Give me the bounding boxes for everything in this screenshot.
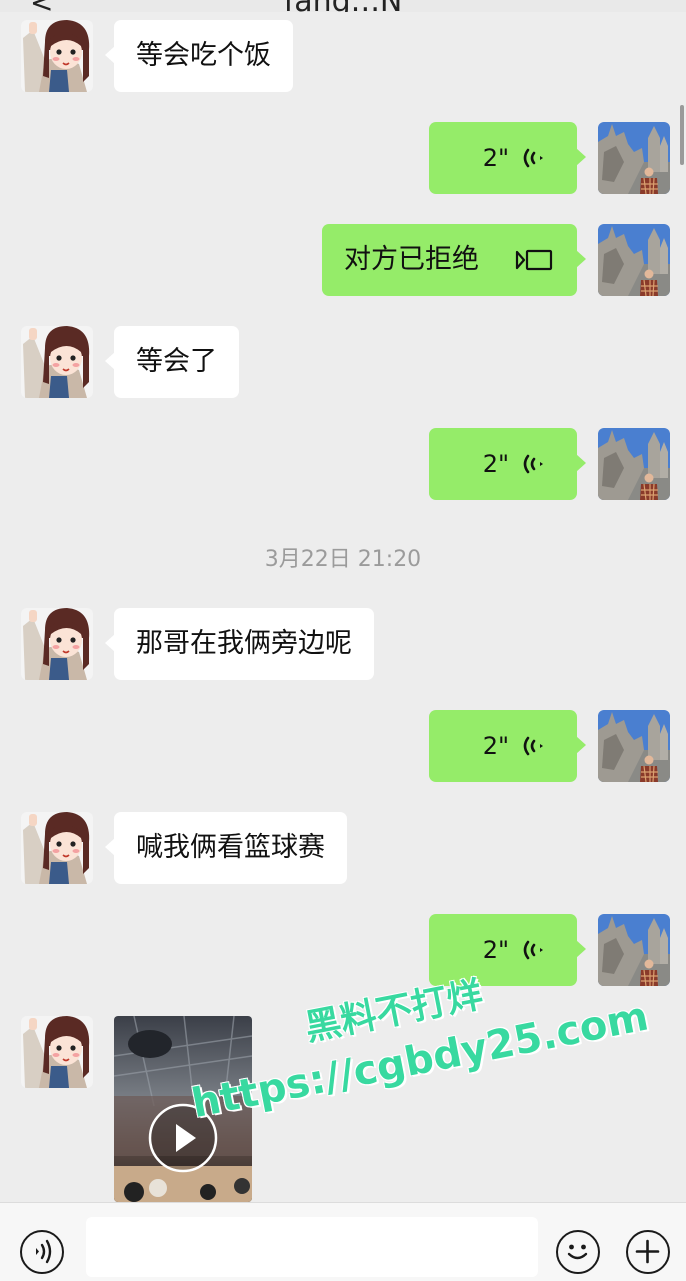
my-avatar[interactable] bbox=[598, 914, 670, 986]
incoming-text-message[interactable]: 喊我俩看篮球赛 bbox=[105, 812, 347, 884]
my-avatar[interactable] bbox=[598, 710, 670, 782]
message-timestamp: 3月22日 21:20 bbox=[264, 547, 422, 572]
nav-bar: < fang.:.N bbox=[0, 0, 686, 12]
message-input[interactable] bbox=[86, 1217, 538, 1277]
incoming-text-message[interactable]: 等会吃个饭 bbox=[105, 20, 293, 92]
incoming-text-message[interactable]: 那哥在我俩旁边呢 bbox=[105, 608, 374, 680]
voice-duration: 2" bbox=[482, 450, 509, 478]
outgoing-call-message[interactable]: 对方已拒绝 bbox=[322, 224, 586, 296]
voice-duration: 2" bbox=[482, 936, 509, 964]
voice-mode-icon[interactable] bbox=[20, 1230, 64, 1274]
voice-wave-icon bbox=[523, 940, 543, 960]
outgoing-voice-message[interactable]: 2" bbox=[429, 122, 586, 194]
incoming-text-message[interactable]: 等会了 bbox=[105, 326, 239, 398]
outgoing-voice-message[interactable]: 2" bbox=[429, 428, 586, 500]
chat-title: fang.:.N bbox=[0, 0, 686, 12]
my-avatar[interactable] bbox=[598, 224, 670, 296]
plus-icon[interactable] bbox=[626, 1230, 670, 1274]
my-avatar[interactable] bbox=[598, 122, 670, 194]
contact-avatar[interactable] bbox=[21, 1016, 93, 1088]
scrollbar[interactable] bbox=[680, 105, 684, 165]
contact-avatar[interactable] bbox=[21, 326, 93, 398]
voice-wave-icon bbox=[523, 148, 543, 168]
emoji-icon[interactable] bbox=[556, 1230, 600, 1274]
my-avatar[interactable] bbox=[598, 428, 670, 500]
video-call-icon bbox=[515, 249, 553, 271]
contact-avatar[interactable] bbox=[21, 20, 93, 92]
outgoing-voice-message[interactable]: 2" bbox=[429, 710, 586, 782]
voice-duration: 2" bbox=[482, 732, 509, 760]
input-bar bbox=[0, 1202, 686, 1281]
contact-avatar[interactable] bbox=[21, 812, 93, 884]
voice-wave-icon bbox=[523, 736, 543, 756]
call-status-text: 对方已拒绝 bbox=[344, 244, 479, 275]
contact-avatar[interactable] bbox=[21, 608, 93, 680]
voice-duration: 2" bbox=[482, 144, 509, 172]
voice-wave-icon bbox=[523, 454, 543, 474]
